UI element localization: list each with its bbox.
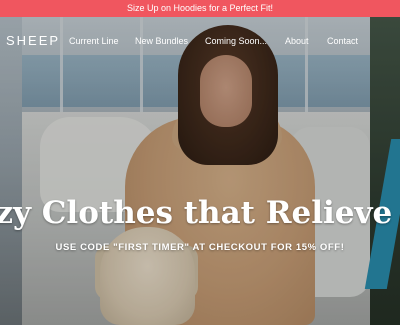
announcement-text[interactable]: Size Up on Hoodies for a Perfect Fit! — [127, 3, 273, 13]
hero-headline: Cozy Clothes that Relieve Anxiety — [0, 195, 400, 231]
nav-item-contact[interactable]: Contact — [327, 36, 358, 46]
nav-item-coming-soon[interactable]: Coming Soon... — [205, 36, 267, 46]
announcement-bar[interactable]: Size Up on Hoodies for a Perfect Fit! — [0, 0, 400, 17]
main-nav: SHEEP Current Line New Bundles Coming So… — [0, 17, 400, 67]
nav-item-new-bundles[interactable]: New Bundles — [135, 36, 188, 46]
nav-item-about[interactable]: About — [285, 36, 309, 46]
nav-item-current-line[interactable]: Current Line — [69, 36, 119, 46]
brand-logo[interactable]: SHEEP — [6, 33, 60, 48]
hero-promo-text: USE CODE "FIRST TIMER" AT CHECKOUT FOR 1… — [55, 242, 345, 253]
page: Size Up on Hoodies for a Perfect Fit! Co… — [0, 0, 400, 325]
